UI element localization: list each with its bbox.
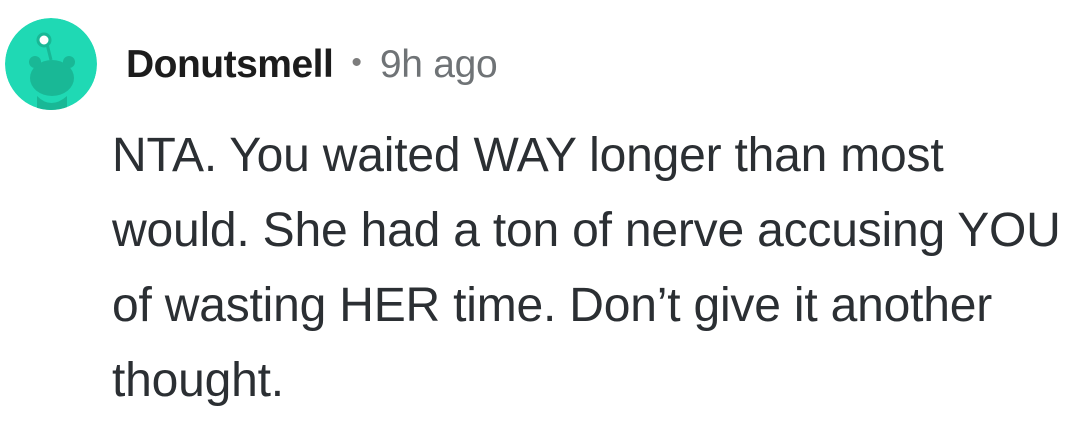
separator-dot: • (351, 46, 362, 79)
user-avatar-icon[interactable] (5, 18, 97, 110)
comment-body: NTA. You waited WAY longer than most wou… (112, 129, 1061, 407)
comment-header: Donutsmell • 9h ago (126, 38, 498, 92)
comment: Donutsmell • 9h ago NTA. You waited WAY … (0, 0, 1078, 439)
username-link[interactable]: Donutsmell (126, 43, 334, 87)
timestamp: 9h ago (379, 43, 498, 86)
